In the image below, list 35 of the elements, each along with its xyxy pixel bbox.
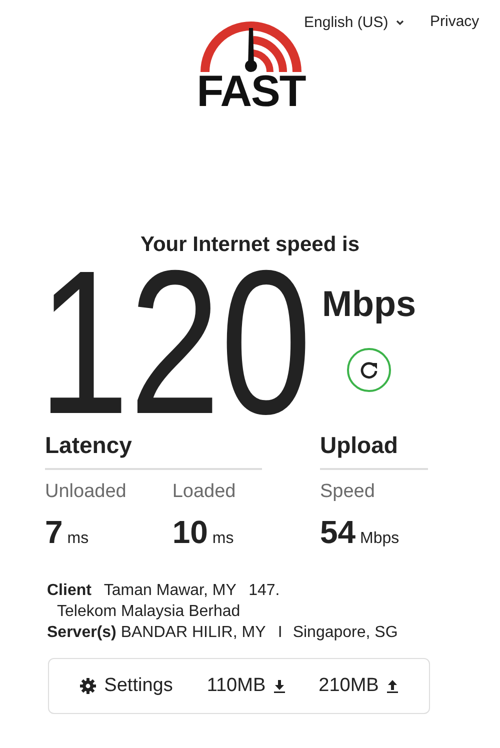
settings-icon — [80, 678, 96, 694]
privacy-link[interactable]: Privacy — [430, 13, 480, 30]
server-location: Singapore, SG — [292, 624, 398, 641]
refresh-icon — [359, 360, 380, 380]
language-dropdown[interactable]: English (US) — [304, 14, 404, 31]
client-ip: 147. — [248, 582, 280, 599]
download-size: 110MB — [206, 675, 266, 697]
settings-button[interactable]: Settings — [80, 675, 173, 697]
metric-unit: Mbps — [360, 530, 400, 547]
client-isp: Telekom Malaysia Berhad — [56, 602, 240, 622]
server-label: Server(s) — [47, 624, 116, 641]
metric-unit: ms — [67, 530, 89, 547]
logo-text: FAST — [196, 72, 306, 112]
download-icon — [274, 680, 285, 692]
metric-value: 54 — [320, 514, 356, 550]
refresh-button[interactable] — [347, 348, 392, 392]
server-location: BANDAR HILIR, MY — [120, 624, 266, 641]
upload-size: 210MB — [318, 675, 379, 697]
upload-icon — [386, 680, 398, 692]
metric-unit: ms — [212, 530, 234, 547]
client-label: Client — [47, 582, 92, 599]
separator: I — [278, 624, 282, 641]
speed-unit: Mbps — [322, 284, 416, 324]
metric-label: Unloaded — [45, 480, 126, 504]
chevron-icon — [396, 20, 404, 26]
speedometer-icon — [199, 20, 303, 74]
speed-value: 120 — [38, 258, 312, 428]
metric-value: 10 — [172, 514, 208, 550]
section-title: Upload — [320, 430, 428, 470]
metric-label: Speed — [320, 480, 376, 504]
metric-label: Loaded — [172, 480, 236, 504]
speed-label: Your Internet speed is — [140, 232, 360, 258]
section-title: Latency — [45, 430, 262, 470]
client-location: Taman Mawar, MY — [104, 582, 236, 599]
metric-value: 7 — [45, 514, 63, 550]
